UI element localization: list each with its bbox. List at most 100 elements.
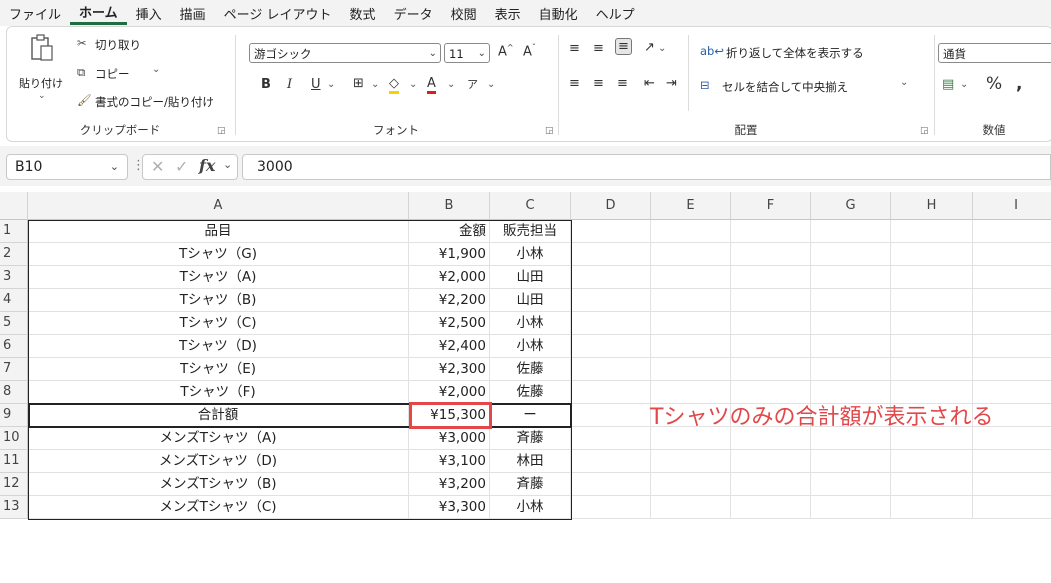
cell-empty[interactable]: [651, 473, 731, 496]
cell-empty[interactable]: [973, 220, 1051, 243]
paste-dropdown-icon[interactable]: ⌄: [38, 91, 46, 101]
cell-empty[interactable]: [811, 220, 891, 243]
cell-empty[interactable]: [571, 243, 651, 266]
cell-empty[interactable]: [651, 289, 731, 312]
paste-icon[interactable]: [29, 33, 55, 63]
cell-empty[interactable]: [891, 266, 973, 289]
italic-button[interactable]: I: [287, 77, 292, 92]
cell-empty[interactable]: [651, 266, 731, 289]
cell-b11[interactable]: ¥3,100: [409, 450, 490, 473]
cell-empty[interactable]: [891, 473, 973, 496]
menu-item[interactable]: 挿入: [127, 4, 171, 23]
cell-empty[interactable]: [651, 358, 731, 381]
cell-empty[interactable]: [811, 243, 891, 266]
chevron-down-icon[interactable]: ⌄: [447, 79, 455, 90]
cell-b12[interactable]: ¥3,200: [409, 473, 490, 496]
cell-b6[interactable]: ¥2,400: [409, 335, 490, 358]
cell-empty[interactable]: [891, 335, 973, 358]
font-launcher-icon[interactable]: ◲: [545, 126, 554, 136]
cell-empty[interactable]: [973, 358, 1051, 381]
cell-empty[interactable]: [891, 289, 973, 312]
cell-a7[interactable]: Tシャツ（E): [28, 358, 409, 381]
cell-empty[interactable]: [731, 496, 811, 519]
chevron-down-icon[interactable]: ⌄: [223, 158, 232, 171]
cell-empty[interactable]: [651, 220, 731, 243]
cell-empty[interactable]: [571, 289, 651, 312]
cell-empty[interactable]: [811, 312, 891, 335]
wrap-text-icon[interactable]: ab↩: [700, 44, 724, 58]
font-color-icon[interactable]: A: [427, 76, 436, 94]
cell-empty[interactable]: [571, 496, 651, 519]
chevron-down-icon[interactable]: ⌄: [409, 79, 417, 90]
copy-dropdown-icon[interactable]: ⌄: [152, 64, 160, 75]
cell-empty[interactable]: [973, 243, 1051, 266]
name-box[interactable]: B10 ⌄: [6, 154, 128, 180]
bold-button[interactable]: B: [261, 77, 271, 92]
align-bottom-icon[interactable]: ≡: [615, 38, 632, 55]
cell-a10[interactable]: メンズTシャツ（A): [28, 427, 409, 450]
cell-empty[interactable]: [731, 450, 811, 473]
cell-empty[interactable]: [811, 496, 891, 519]
cell-b5[interactable]: ¥2,500: [409, 312, 490, 335]
cell-empty[interactable]: [811, 289, 891, 312]
row-header[interactable]: 7: [0, 358, 28, 381]
format-painter-icon[interactable]: 🖌: [77, 93, 92, 107]
cell-empty[interactable]: [571, 427, 651, 450]
cell-empty[interactable]: [811, 335, 891, 358]
cell-b3[interactable]: ¥2,000: [409, 266, 490, 289]
menu-item[interactable]: 校閲: [442, 4, 486, 23]
cell-b1[interactable]: 金額: [409, 220, 490, 243]
cell-empty[interactable]: [651, 496, 731, 519]
align-middle-icon[interactable]: ≡: [593, 41, 604, 56]
menu-item[interactable]: 自動化: [530, 4, 587, 23]
cell-c1[interactable]: 販売担当: [490, 220, 571, 243]
row-header[interactable]: 9: [0, 404, 28, 427]
align-left-icon[interactable]: ≡: [569, 76, 580, 91]
paste-button[interactable]: 貼り付け: [19, 75, 63, 91]
row-header[interactable]: 1: [0, 220, 28, 243]
cell-a13[interactable]: メンズTシャツ（C): [28, 496, 409, 519]
row-header[interactable]: 12: [0, 473, 28, 496]
fill-color-icon[interactable]: ◇: [389, 76, 399, 94]
cell-b2[interactable]: ¥1,900: [409, 243, 490, 266]
decrease-font-icon[interactable]: Aˇ: [523, 43, 536, 59]
column-header-a[interactable]: A: [28, 192, 409, 220]
cell-empty[interactable]: [571, 312, 651, 335]
copy-icon[interactable]: ⧉: [77, 65, 85, 80]
menu-item[interactable]: ホーム: [70, 2, 127, 25]
align-center-icon[interactable]: ≡: [593, 76, 604, 91]
cell-b8[interactable]: ¥2,000: [409, 381, 490, 404]
cell-empty[interactable]: [651, 335, 731, 358]
cell-c4[interactable]: 山田: [490, 289, 571, 312]
cell-empty[interactable]: [571, 450, 651, 473]
cell-empty[interactable]: [731, 335, 811, 358]
menu-item[interactable]: ページ レイアウト: [215, 4, 341, 23]
enter-icon[interactable]: ✓: [175, 157, 188, 176]
insert-function-icon[interactable]: fx: [199, 156, 215, 175]
cell-a1[interactable]: 品目: [28, 220, 409, 243]
cell-empty[interactable]: [571, 358, 651, 381]
cell-empty[interactable]: [731, 312, 811, 335]
border-icon[interactable]: ⊞: [353, 76, 364, 91]
cell-empty[interactable]: [571, 335, 651, 358]
column-header-i[interactable]: I: [973, 192, 1051, 220]
phonetic-icon[interactable]: ア: [467, 76, 478, 92]
cell-c7[interactable]: 佐藤: [490, 358, 571, 381]
cell-empty[interactable]: [973, 335, 1051, 358]
row-header[interactable]: 5: [0, 312, 28, 335]
cell-empty[interactable]: [891, 220, 973, 243]
cell-empty[interactable]: [811, 450, 891, 473]
clipboard-launcher-icon[interactable]: ◲: [217, 126, 226, 136]
comma-style-icon[interactable]: ,: [1016, 74, 1022, 94]
cell-c2[interactable]: 小林: [490, 243, 571, 266]
select-all-corner[interactable]: [0, 192, 28, 220]
cell-c12[interactable]: 斉藤: [490, 473, 571, 496]
alignment-launcher-icon[interactable]: ◲: [920, 126, 929, 136]
accounting-format-icon[interactable]: ▤: [942, 77, 954, 92]
cut-button[interactable]: 切り取り: [95, 37, 141, 53]
row-header[interactable]: 3: [0, 266, 28, 289]
cell-empty[interactable]: [731, 243, 811, 266]
row-header[interactable]: 6: [0, 335, 28, 358]
cell-empty[interactable]: [731, 358, 811, 381]
cell-b7[interactable]: ¥2,300: [409, 358, 490, 381]
